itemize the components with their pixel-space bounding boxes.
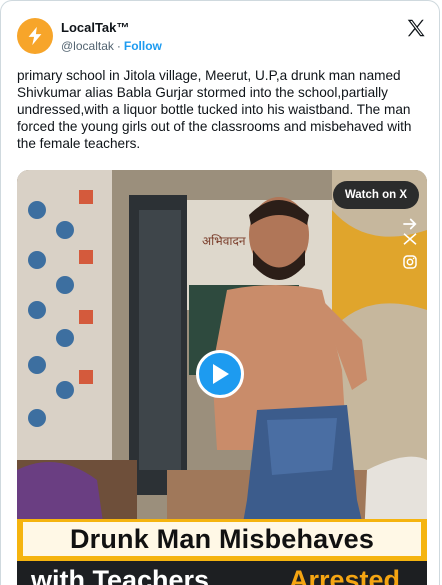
instagram-icon[interactable] (401, 253, 419, 271)
watch-on-x-button[interactable]: Watch on X (332, 181, 419, 209)
author-handle[interactable]: @localtak (61, 39, 114, 53)
x-logo-icon[interactable] (405, 17, 427, 39)
video-player[interactable]: अभिवादन Watch on X Drunk Man Misbehaves … (17, 170, 427, 585)
caption-subline: with Teachers, Arrested (17, 561, 427, 585)
author-info: LocalTak™ @localtak · Follow (61, 19, 162, 55)
lightning-bolt-icon (28, 26, 42, 46)
caption-subline-orange: Arrested (289, 565, 401, 585)
scissors-icon[interactable] (401, 230, 419, 248)
tweet-text: primary school in Jitola village, Meerut… (17, 68, 412, 151)
tweet-card: LocalTak™ @localtak · Follow primary schoo… (0, 0, 440, 585)
caption-headline: Drunk Man Misbehaves (69, 523, 375, 554)
author-sub: @localtak · Follow (61, 37, 162, 55)
caption-box: Drunk Man Misbehaves (23, 522, 421, 556)
avatar[interactable] (17, 18, 53, 54)
author-name[interactable]: LocalTak™ (61, 19, 162, 37)
caption-subline-white: with Teachers, (31, 565, 217, 585)
separator: · (116, 39, 121, 53)
play-button[interactable] (196, 350, 244, 398)
play-icon (213, 364, 229, 384)
svg-text:अभिवादन: अभिवादन (202, 234, 246, 248)
tweet-header: LocalTak™ @localtak · Follow (17, 15, 427, 59)
follow-button[interactable]: Follow (124, 39, 162, 53)
